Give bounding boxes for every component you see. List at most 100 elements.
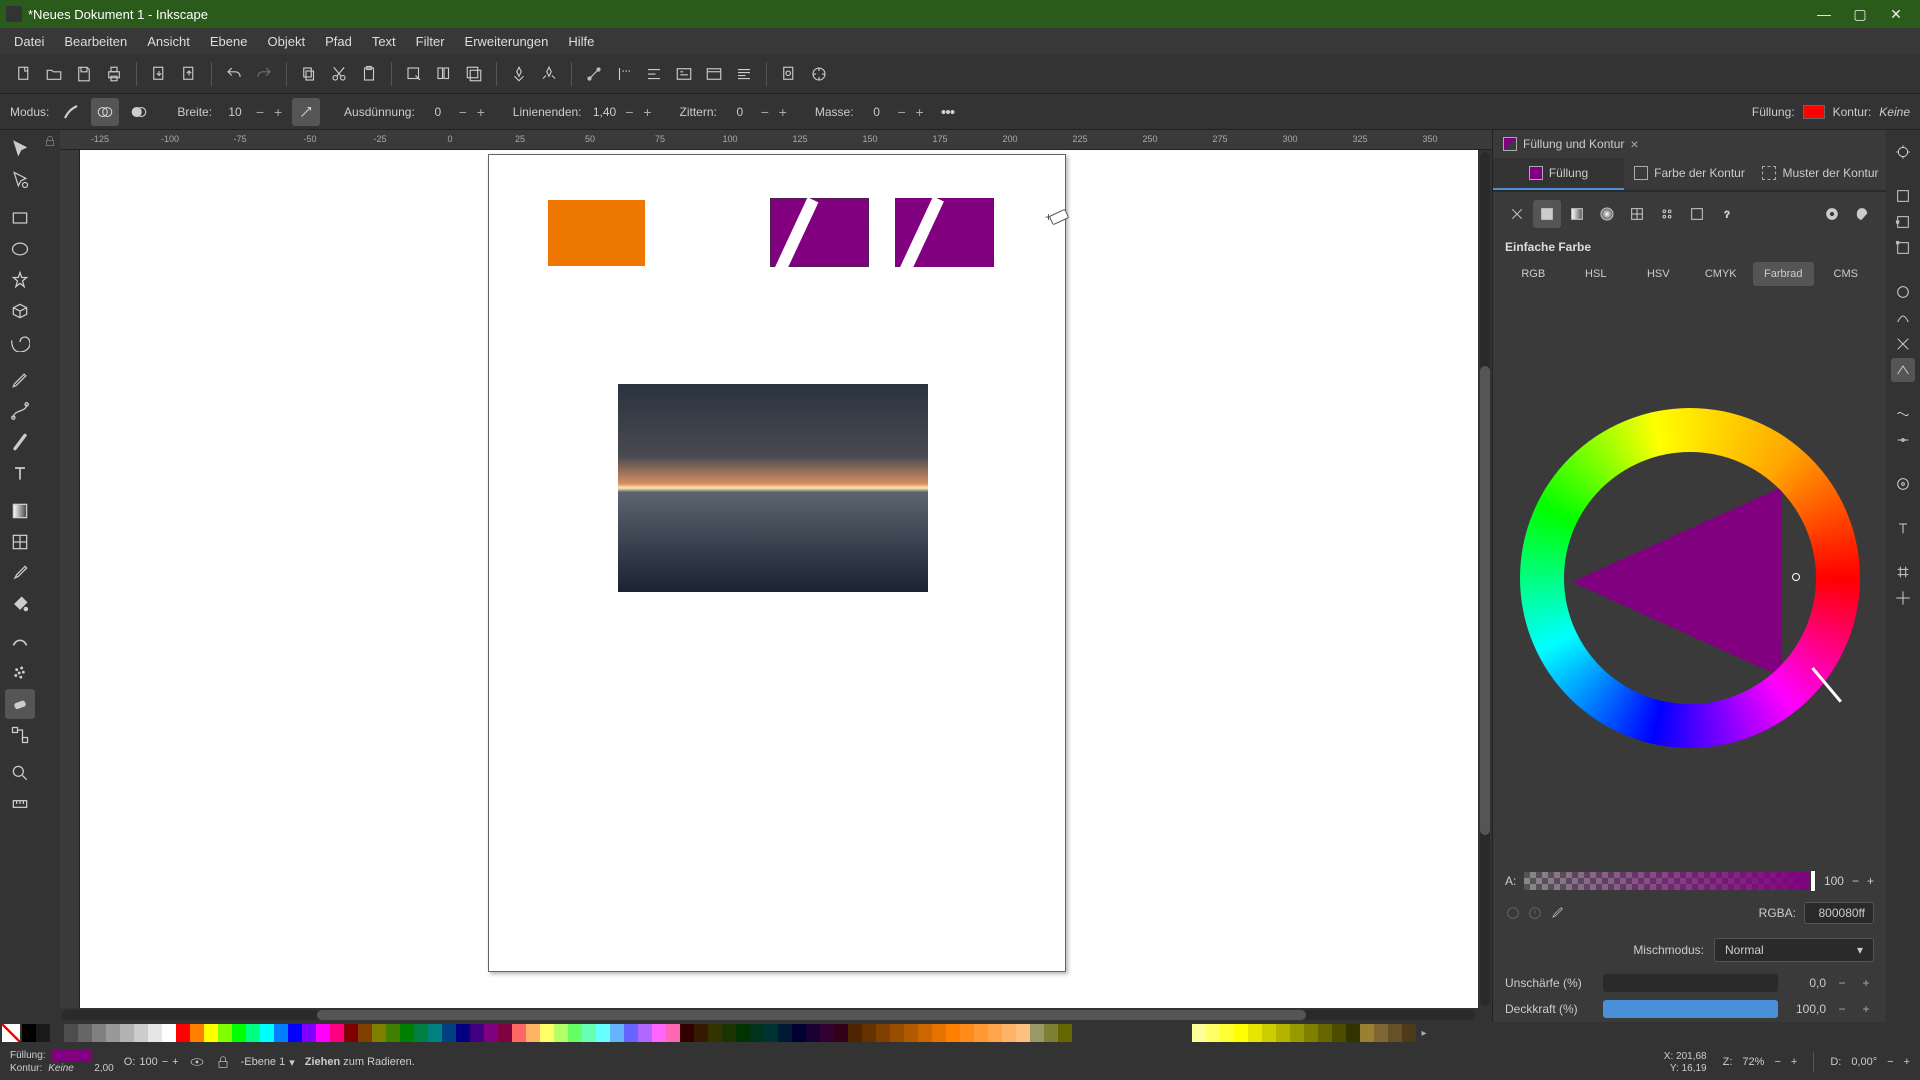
- palette-swatch[interactable]: [722, 1024, 736, 1042]
- menu-pfad[interactable]: Pfad: [315, 30, 362, 53]
- palette-swatch[interactable]: [232, 1024, 246, 1042]
- palette-swatch[interactable]: [106, 1024, 120, 1042]
- minimize-button[interactable]: —: [1806, 0, 1842, 28]
- group-button[interactable]: [580, 60, 608, 88]
- snap-bbox-button[interactable]: [1891, 184, 1915, 208]
- menu-objekt[interactable]: Objekt: [257, 30, 315, 53]
- menu-ebene[interactable]: Ebene: [200, 30, 258, 53]
- rgba-value[interactable]: 800080ff: [1804, 902, 1874, 924]
- zoom-selection-button[interactable]: [400, 60, 428, 88]
- paint-linear-button[interactable]: [1563, 200, 1591, 228]
- orange-rect[interactable]: [548, 200, 645, 266]
- palette-swatch[interactable]: [1192, 1024, 1206, 1042]
- blur-dec[interactable]: −: [1834, 976, 1850, 990]
- palette-swatch[interactable]: [330, 1024, 344, 1042]
- paste-button[interactable]: [355, 60, 383, 88]
- menu-erweiterungen[interactable]: Erweiterungen: [455, 30, 559, 53]
- rotation-dec[interactable]: −: [1887, 1056, 1893, 1068]
- palette-swatch[interactable]: [1346, 1024, 1360, 1042]
- fill-rule-evenodd-button[interactable]: [1818, 200, 1846, 228]
- snap-text-button[interactable]: [1891, 516, 1915, 540]
- extra-options-button[interactable]: [934, 98, 962, 126]
- 3dbox-tool[interactable]: [5, 296, 35, 326]
- snap-intersection-button[interactable]: [1891, 332, 1915, 356]
- fill-rule-nonzero-button[interactable]: [1848, 200, 1876, 228]
- zoom-value[interactable]: 72%: [1742, 1056, 1764, 1068]
- node-tool[interactable]: [5, 165, 35, 195]
- pencil-tool[interactable]: [5, 365, 35, 395]
- colortab-rgb[interactable]: RGB: [1503, 262, 1564, 286]
- mode-union-button[interactable]: [91, 98, 119, 126]
- tab-fill[interactable]: Füllung: [1493, 158, 1624, 190]
- masse-spinner[interactable]: 0−+: [862, 104, 928, 120]
- palette-swatch[interactable]: [456, 1024, 470, 1042]
- palette-swatch[interactable]: [218, 1024, 232, 1042]
- palette-swatch[interactable]: [288, 1024, 302, 1042]
- palette-swatch[interactable]: [1374, 1024, 1388, 1042]
- palette-swatch[interactable]: [134, 1024, 148, 1042]
- cut-button[interactable]: [325, 60, 353, 88]
- gradient-tool[interactable]: [5, 496, 35, 526]
- paint-radial-button[interactable]: [1593, 200, 1621, 228]
- zoom-dec[interactable]: −: [1774, 1056, 1780, 1068]
- duplicate-button[interactable]: [505, 60, 533, 88]
- snap-master-button[interactable]: [1891, 140, 1915, 164]
- palette-swatch[interactable]: [904, 1024, 918, 1042]
- lock-status-icon[interactable]: [215, 1054, 231, 1070]
- palette-swatch[interactable]: [1002, 1024, 1016, 1042]
- layer-selector[interactable]: -Ebene 1▾: [241, 1056, 295, 1069]
- palette-swatch[interactable]: [624, 1024, 638, 1042]
- redo-button[interactable]: [250, 60, 278, 88]
- doc-props-button[interactable]: [805, 60, 833, 88]
- lock-icon[interactable]: [43, 134, 57, 148]
- menu-bearbeiten[interactable]: Bearbeiten: [54, 30, 137, 53]
- colortab-farbrad[interactable]: Farbrad: [1753, 262, 1814, 286]
- palette-swatch[interactable]: [694, 1024, 708, 1042]
- palette-swatch[interactable]: [638, 1024, 652, 1042]
- palette-swatch[interactable]: [316, 1024, 330, 1042]
- zoom-page-button[interactable]: [460, 60, 488, 88]
- palette-swatch[interactable]: [400, 1024, 414, 1042]
- import-button[interactable]: [145, 60, 173, 88]
- palette-swatch[interactable]: [484, 1024, 498, 1042]
- menu-hilfe[interactable]: Hilfe: [558, 30, 604, 53]
- connector-tool[interactable]: [5, 720, 35, 750]
- visibility-icon[interactable]: [189, 1054, 205, 1070]
- export-button[interactable]: [175, 60, 203, 88]
- palette-swatch[interactable]: [442, 1024, 456, 1042]
- text-align-button[interactable]: [730, 60, 758, 88]
- palette-none[interactable]: [2, 1024, 20, 1042]
- palette-swatch[interactable]: [92, 1024, 106, 1042]
- snap-grid-button[interactable]: [1891, 560, 1915, 584]
- eraser-tool[interactable]: [5, 689, 35, 719]
- alpha-dec[interactable]: −: [1852, 874, 1859, 888]
- maximize-button[interactable]: ▢: [1842, 0, 1878, 28]
- palette-swatch[interactable]: [1304, 1024, 1318, 1042]
- tab-stroke-style[interactable]: Muster der Kontur: [1755, 158, 1886, 190]
- palette-swatch[interactable]: [582, 1024, 596, 1042]
- open-button[interactable]: [40, 60, 68, 88]
- palette-swatch[interactable]: [120, 1024, 134, 1042]
- paint-mesh-button[interactable]: [1623, 200, 1651, 228]
- snap-center-button[interactable]: [1891, 472, 1915, 496]
- menu-datei[interactable]: Datei: [4, 30, 54, 53]
- tb-fill-swatch[interactable]: [1803, 105, 1825, 119]
- blur-inc[interactable]: +: [1858, 976, 1874, 990]
- palette-swatch[interactable]: [1360, 1024, 1374, 1042]
- paint-unknown-button[interactable]: ?: [1713, 200, 1741, 228]
- alpha-value[interactable]: 100: [1824, 874, 1844, 888]
- color-palette[interactable]: ▸: [0, 1022, 1920, 1044]
- palette-swatch[interactable]: [736, 1024, 750, 1042]
- snap-guide-button[interactable]: [1891, 586, 1915, 610]
- palette-swatch[interactable]: [1044, 1024, 1058, 1042]
- palette-swatch[interactable]: [806, 1024, 820, 1042]
- snap-cusp-button[interactable]: [1891, 358, 1915, 382]
- status-opacity-inc[interactable]: +: [172, 1056, 178, 1068]
- palette-swatch[interactable]: [708, 1024, 722, 1042]
- palette-swatch[interactable]: [260, 1024, 274, 1042]
- palette-swatch[interactable]: [568, 1024, 582, 1042]
- palette-swatch[interactable]: [50, 1024, 64, 1042]
- palette-swatch[interactable]: [498, 1024, 512, 1042]
- purple-rect-2[interactable]: [895, 198, 994, 267]
- paint-pattern-button[interactable]: [1653, 200, 1681, 228]
